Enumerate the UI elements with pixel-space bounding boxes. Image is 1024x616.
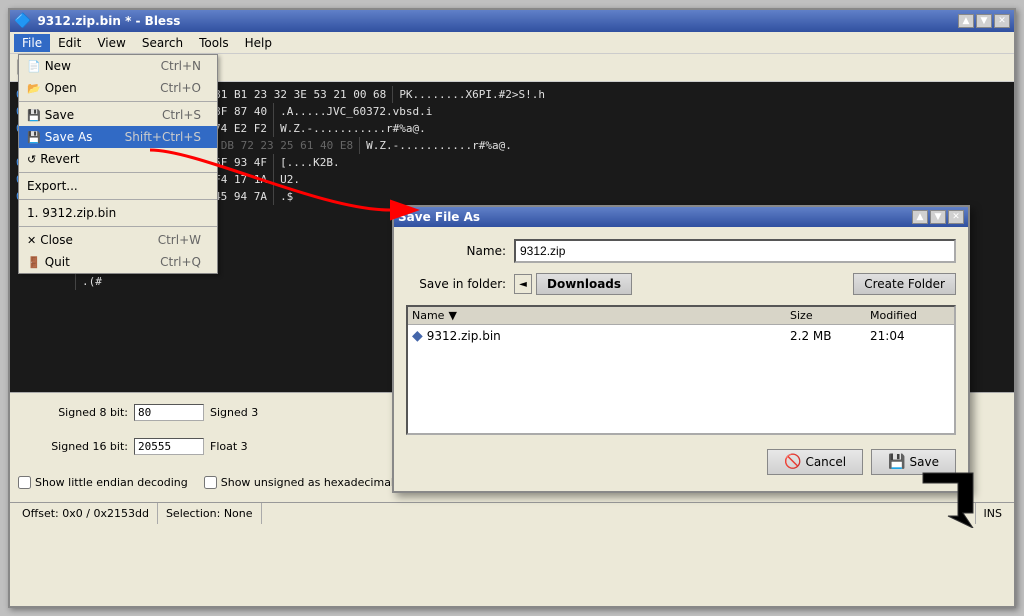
dialog-overlay: Save File As ▲ ▼ ✕ Name: Save in folder:: [10, 10, 1014, 606]
dialog-maximize[interactable]: ▼: [930, 210, 946, 224]
name-label: Name:: [406, 244, 506, 258]
save-icon: 💾: [888, 454, 905, 470]
file-list-area[interactable]: Name ▼ Size Modified ◆ 9312.zip.bin 2.2 …: [406, 305, 956, 435]
file-list-header: Name ▼ Size Modified: [408, 307, 954, 325]
create-folder-button[interactable]: Create Folder: [853, 273, 956, 295]
dialog-minimize[interactable]: ▲: [912, 210, 928, 224]
dialog-buttons: 🚫 Cancel 💾 Save: [406, 445, 956, 479]
folder-nav: ◄ Downloads: [514, 273, 632, 295]
file-modified-cell: 21:04: [870, 329, 950, 343]
save-button[interactable]: 💾 Save: [871, 449, 956, 475]
save-in-row: Save in folder: ◄ Downloads Create Folde…: [406, 273, 956, 295]
save-in-label: Save in folder:: [406, 277, 506, 291]
file-name-cell: 9312.zip.bin: [427, 329, 790, 343]
col-modified-header[interactable]: Modified: [870, 309, 950, 322]
file-size-cell: 2.2 MB: [790, 329, 870, 343]
col-name-header[interactable]: Name ▼: [412, 309, 790, 322]
cancel-icon: 🚫: [784, 454, 801, 470]
dialog-title: Save File As: [398, 210, 480, 224]
cancel-button[interactable]: 🚫 Cancel: [767, 449, 863, 475]
dialog-title-bar: Save File As ▲ ▼ ✕: [394, 207, 968, 227]
dialog-close[interactable]: ✕: [948, 210, 964, 224]
dialog-title-buttons: ▲ ▼ ✕: [912, 210, 964, 224]
folder-back-button[interactable]: ◄: [514, 274, 532, 294]
file-icon: ◆: [412, 328, 423, 344]
folder-name-button[interactable]: Downloads: [536, 273, 632, 295]
dialog-content: Name: Save in folder: ◄ Downloads Create…: [394, 227, 968, 491]
main-window: 🔷 9312.zip.bin * - Bless ▲ ▼ ✕ File Edit…: [8, 8, 1016, 608]
col-size-header[interactable]: Size: [790, 309, 870, 322]
name-input[interactable]: [514, 239, 956, 263]
sort-arrow-icon: ▼: [448, 309, 456, 322]
name-row: Name:: [406, 239, 956, 263]
save-dialog: Save File As ▲ ▼ ✕ Name: Save in folder:: [392, 205, 970, 493]
file-list-row[interactable]: ◆ 9312.zip.bin 2.2 MB 21:04: [408, 325, 954, 347]
